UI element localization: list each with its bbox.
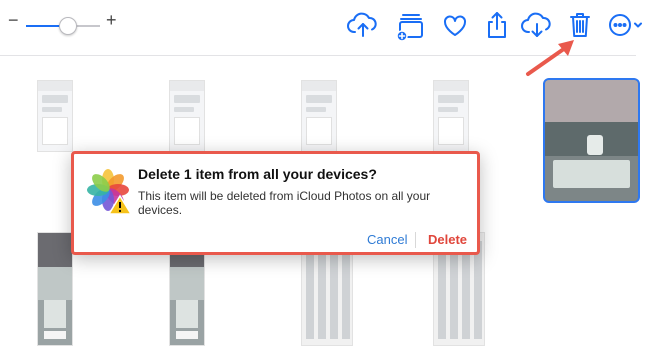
- more-options-icon[interactable]: [606, 8, 646, 42]
- share-icon[interactable]: [480, 8, 514, 42]
- add-to-album-icon[interactable]: [393, 8, 427, 42]
- zoom-slider-knob[interactable]: [59, 17, 77, 35]
- delete-button[interactable]: Delete: [428, 232, 467, 247]
- photo-thumbnail[interactable]: [169, 80, 205, 152]
- zoom-out-button[interactable]: −: [8, 10, 19, 30]
- button-separator: [415, 232, 416, 248]
- photo-thumbnail[interactable]: [301, 80, 337, 152]
- delete-confirmation-dialog: Delete 1 item from all your devices? Thi…: [71, 151, 480, 255]
- dialog-title: Delete 1 item from all your devices?: [138, 166, 377, 182]
- zoom-in-button[interactable]: +: [106, 10, 117, 30]
- selected-photo-thumbnail[interactable]: [543, 78, 640, 203]
- upload-cloud-icon[interactable]: [346, 8, 380, 42]
- photo-thumbnail[interactable]: [37, 232, 73, 346]
- cancel-button[interactable]: Cancel: [367, 232, 407, 247]
- annotation-arrow-icon: [526, 40, 574, 76]
- dialog-message: This item will be deleted from iCloud Ph…: [138, 189, 431, 217]
- photos-app-warning-icon: [84, 166, 134, 216]
- favorite-heart-icon[interactable]: [438, 8, 472, 42]
- photo-thumbnail[interactable]: [433, 80, 469, 152]
- zoom-slider[interactable]: [26, 17, 100, 35]
- photo-thumbnail[interactable]: [37, 80, 73, 152]
